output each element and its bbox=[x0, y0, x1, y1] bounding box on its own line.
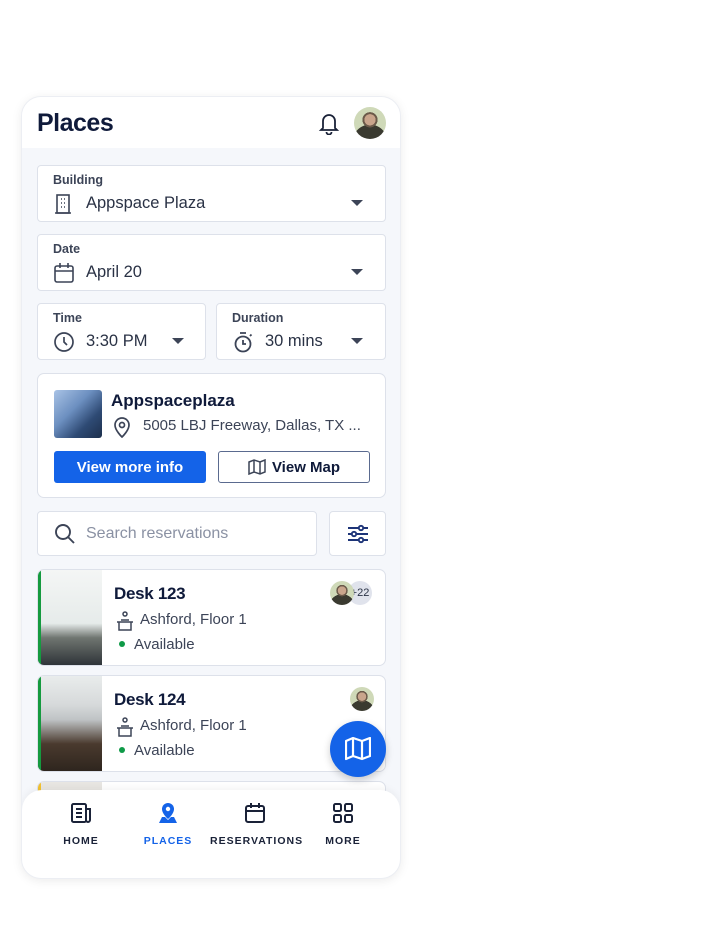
date-value: April 20 bbox=[86, 263, 142, 281]
desk-location: Ashford, Floor 1 bbox=[140, 717, 247, 734]
building-image bbox=[54, 390, 102, 438]
sliders-icon bbox=[348, 524, 368, 544]
status-dot bbox=[119, 747, 125, 753]
filter-button[interactable] bbox=[329, 511, 386, 556]
map-icon bbox=[248, 459, 266, 475]
nav-more[interactable]: MORE bbox=[298, 802, 388, 847]
building-name: Appspaceplaza bbox=[111, 391, 235, 410]
duration-label: Duration bbox=[232, 311, 284, 325]
bell-icon[interactable] bbox=[318, 111, 340, 135]
desk-icon bbox=[117, 717, 133, 737]
desk-location: Ashford, Floor 1 bbox=[140, 611, 247, 628]
grid-icon bbox=[333, 803, 353, 823]
desk-card[interactable]: Desk 123 Ashford, Floor 1 Available +22 bbox=[37, 569, 386, 666]
building-icon bbox=[55, 194, 71, 214]
desk-name: Desk 123 bbox=[114, 584, 186, 603]
desk-image bbox=[38, 676, 102, 771]
building-label: Building bbox=[53, 173, 103, 187]
newspaper-icon bbox=[71, 803, 91, 823]
status-badge: Available bbox=[134, 742, 195, 759]
nav-reservations[interactable]: RESERVATIONS bbox=[210, 802, 304, 847]
building-value: Appspace Plaza bbox=[86, 194, 206, 212]
date-label: Date bbox=[53, 242, 81, 256]
nav-label: RESERVATIONS bbox=[210, 835, 304, 847]
time-value: 3:30 PM bbox=[86, 332, 148, 350]
search-icon bbox=[55, 524, 75, 544]
map-pin-icon bbox=[114, 417, 130, 438]
chevron-down-icon bbox=[351, 269, 363, 275]
availability-stripe bbox=[38, 676, 41, 771]
availability-stripe bbox=[38, 570, 41, 665]
user-avatar[interactable] bbox=[354, 107, 386, 139]
chevron-down-icon bbox=[172, 338, 184, 344]
map-pin-icon bbox=[159, 803, 177, 823]
view-more-info-label: View more info bbox=[76, 458, 184, 476]
status-badge: Available bbox=[134, 636, 195, 653]
bottom-nav: HOME PLACES RESERVATIONS MORE bbox=[22, 790, 400, 878]
duration-value: 30 mins bbox=[265, 332, 323, 350]
view-map-button[interactable]: View Map bbox=[218, 451, 370, 483]
view-more-info-button[interactable]: View more info bbox=[54, 451, 206, 483]
building-select[interactable]: Building Appspace Plaza bbox=[37, 165, 386, 222]
duration-select[interactable]: Duration 30 mins bbox=[216, 303, 386, 360]
desk-icon bbox=[117, 611, 133, 631]
chevron-down-icon bbox=[351, 338, 363, 344]
calendar-icon bbox=[245, 803, 265, 823]
calendar-icon bbox=[54, 263, 74, 283]
status-dot bbox=[119, 641, 125, 647]
map-view-button[interactable] bbox=[330, 721, 386, 777]
search-placeholder: Search reservations bbox=[86, 525, 229, 542]
view-map-label: View Map bbox=[271, 458, 341, 476]
building-card: Appspaceplaza 5005 LBJ Freeway, Dallas, … bbox=[37, 373, 386, 498]
building-address: 5005 LBJ Freeway, Dallas, TX ... bbox=[143, 417, 361, 434]
chevron-down-icon bbox=[351, 200, 363, 206]
desk-name: Desk 124 bbox=[114, 690, 186, 709]
timer-icon bbox=[234, 332, 253, 353]
places-screen: Places Building Appspace Plaza Date Apri… bbox=[21, 96, 401, 879]
attendee-avatar bbox=[330, 581, 354, 605]
nav-label: MORE bbox=[325, 835, 361, 847]
map-icon bbox=[345, 737, 371, 761]
page-title: Places bbox=[37, 109, 114, 137]
date-select[interactable]: Date April 20 bbox=[37, 234, 386, 291]
nav-label: PLACES bbox=[143, 835, 193, 847]
nav-label: HOME bbox=[63, 835, 99, 847]
attendee-avatar bbox=[350, 687, 374, 711]
clock-icon bbox=[54, 332, 74, 352]
nav-places[interactable]: PLACES bbox=[123, 802, 213, 847]
nav-home[interactable]: HOME bbox=[36, 802, 126, 847]
time-select[interactable]: Time 3:30 PM bbox=[37, 303, 206, 360]
header: Places bbox=[22, 97, 400, 148]
time-label: Time bbox=[53, 311, 82, 325]
desk-image bbox=[38, 570, 102, 665]
search-input[interactable]: Search reservations bbox=[37, 511, 317, 556]
